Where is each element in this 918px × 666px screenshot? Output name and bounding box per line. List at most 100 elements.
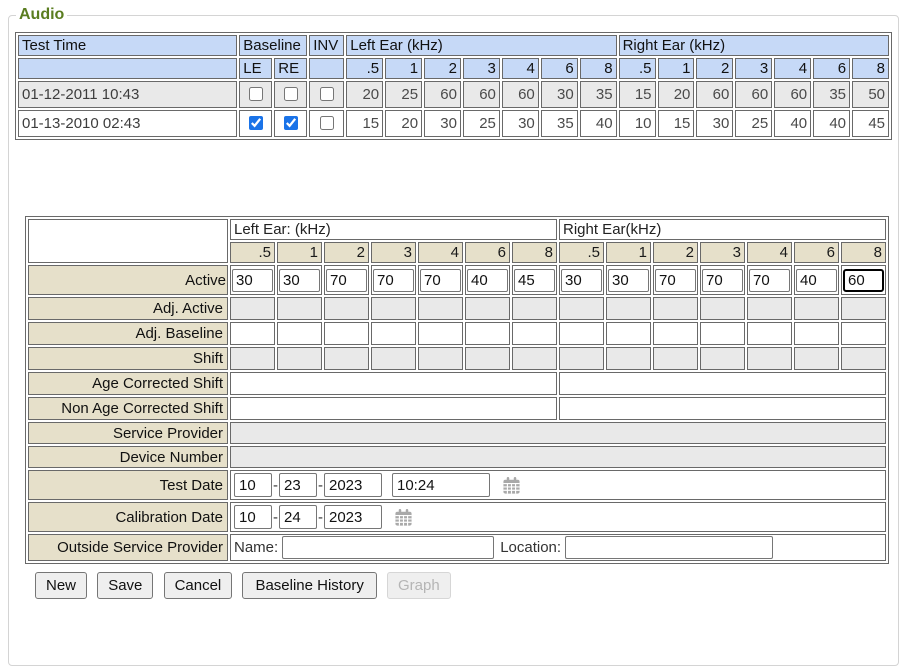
date-separator: - <box>273 477 278 494</box>
new-button[interactable]: New <box>35 572 87 599</box>
active-le-input[interactable] <box>373 269 414 292</box>
row-label-adj-baseline: Adj. Baseline <box>28 322 228 345</box>
freq-header: 1 <box>658 58 695 79</box>
threshold-cell: 40 <box>813 110 850 137</box>
active-re-input[interactable] <box>561 269 602 292</box>
history-row: 01-13-2010 02:43 15 20 30 25 30 35 40 10… <box>18 110 889 137</box>
shift-cell <box>606 347 651 370</box>
calibration-date-day-input[interactable] <box>279 505 317 529</box>
calendar-icon[interactable] <box>502 476 521 495</box>
graph-button: Graph <box>387 572 451 599</box>
active-re-input[interactable] <box>702 269 743 292</box>
threshold-cell: 15 <box>658 110 695 137</box>
freq-header: 6 <box>794 242 839 263</box>
date-separator: - <box>318 509 323 526</box>
adj-baseline-cell <box>700 322 745 345</box>
freq-header: 8 <box>580 58 617 79</box>
row-label-outside-service-provider: Outside Service Provider <box>28 534 228 561</box>
inv-checkbox[interactable] <box>320 116 334 130</box>
adj-active-cell <box>277 297 322 320</box>
threshold-cell: 20 <box>658 81 695 108</box>
save-button[interactable]: Save <box>97 572 153 599</box>
outside-location-input[interactable] <box>565 536 773 559</box>
active-le-input[interactable] <box>514 269 555 292</box>
outside-name-input[interactable] <box>282 536 494 559</box>
shift-cell <box>841 347 886 370</box>
threshold-cell: 45 <box>852 110 889 137</box>
shift-cell <box>653 347 698 370</box>
threshold-cell: 20 <box>346 81 383 108</box>
active-re-input-focused[interactable] <box>843 269 884 292</box>
active-le-input[interactable] <box>326 269 367 292</box>
shift-cell <box>418 347 463 370</box>
calendar-icon[interactable] <box>394 508 413 527</box>
row-label-non-age-corrected-shift: Non Age Corrected Shift <box>28 397 228 420</box>
threshold-cell: 60 <box>424 81 461 108</box>
col-re: RE <box>274 58 307 79</box>
history-row: 01-12-2011 10:43 20 25 60 60 60 30 35 15… <box>18 81 889 108</box>
button-bar: New Save Cancel Baseline History Graph <box>35 572 892 599</box>
active-re-input[interactable] <box>655 269 696 292</box>
freq-header: 1 <box>277 242 322 263</box>
active-le-input[interactable] <box>467 269 508 292</box>
test-date-day-input[interactable] <box>279 473 317 497</box>
test-time-input[interactable] <box>392 473 490 497</box>
active-le-input[interactable] <box>420 269 461 292</box>
cancel-button[interactable]: Cancel <box>164 572 233 599</box>
adj-active-cell <box>841 297 886 320</box>
adj-baseline-cell <box>418 322 463 345</box>
calibration-date-month-input[interactable] <box>234 505 272 529</box>
baseline-le-checkbox[interactable] <box>249 87 263 101</box>
row-label-adj-active: Adj. Active <box>28 297 228 320</box>
threshold-cell: 60 <box>774 81 811 108</box>
freq-header: 8 <box>852 58 889 79</box>
right-ear-header: Right Ear(kHz) <box>559 219 886 240</box>
threshold-cell: 30 <box>696 110 733 137</box>
test-date-month-input[interactable] <box>234 473 272 497</box>
adj-baseline-cell <box>559 322 604 345</box>
row-label-test-date: Test Date <box>28 470 228 500</box>
active-le-input[interactable] <box>232 269 273 292</box>
outside-name-label: Name: <box>234 539 278 556</box>
col-left-ear: Left Ear (kHz) <box>346 35 616 56</box>
row-label-age-corrected-shift: Age Corrected Shift <box>28 372 228 395</box>
shift-cell <box>465 347 510 370</box>
date-separator: - <box>318 477 323 494</box>
row-label-calibration-date: Calibration Date <box>28 502 228 532</box>
adj-active-cell <box>371 297 416 320</box>
left-ear-header: Left Ear: (kHz) <box>230 219 557 240</box>
audio-history-table: Test Time Baseline INV Left Ear (kHz) Ri… <box>15 32 892 140</box>
inv-checkbox[interactable] <box>320 87 334 101</box>
device-number-cell <box>230 446 886 468</box>
adj-active-cell <box>418 297 463 320</box>
adj-active-cell <box>653 297 698 320</box>
active-le-input[interactable] <box>279 269 320 292</box>
active-re-input[interactable] <box>749 269 790 292</box>
adj-baseline-cell <box>277 322 322 345</box>
non-age-corrected-shift-right-cell <box>559 397 886 420</box>
baseline-history-button[interactable]: Baseline History <box>242 572 376 599</box>
shift-cell <box>324 347 369 370</box>
adj-active-cell <box>230 297 275 320</box>
threshold-cell: 40 <box>774 110 811 137</box>
freq-header: 2 <box>696 58 733 79</box>
shift-cell <box>371 347 416 370</box>
calibration-date-year-input[interactable] <box>324 505 382 529</box>
baseline-re-checkbox[interactable] <box>284 87 298 101</box>
baseline-le-checkbox[interactable] <box>249 116 263 130</box>
adj-baseline-cell <box>371 322 416 345</box>
non-age-corrected-shift-left-cell <box>230 397 557 420</box>
threshold-cell: 60 <box>463 81 500 108</box>
test-date-year-input[interactable] <box>324 473 382 497</box>
active-re-input[interactable] <box>608 269 649 292</box>
freq-header: 4 <box>418 242 463 263</box>
threshold-cell: 20 <box>385 110 422 137</box>
threshold-cell: 15 <box>619 81 656 108</box>
baseline-re-checkbox[interactable] <box>284 116 298 130</box>
col-le: LE <box>239 58 272 79</box>
adj-active-cell <box>700 297 745 320</box>
age-corrected-shift-left-cell <box>230 372 557 395</box>
adj-baseline-cell <box>747 322 792 345</box>
freq-header: 3 <box>463 58 500 79</box>
active-re-input[interactable] <box>796 269 837 292</box>
